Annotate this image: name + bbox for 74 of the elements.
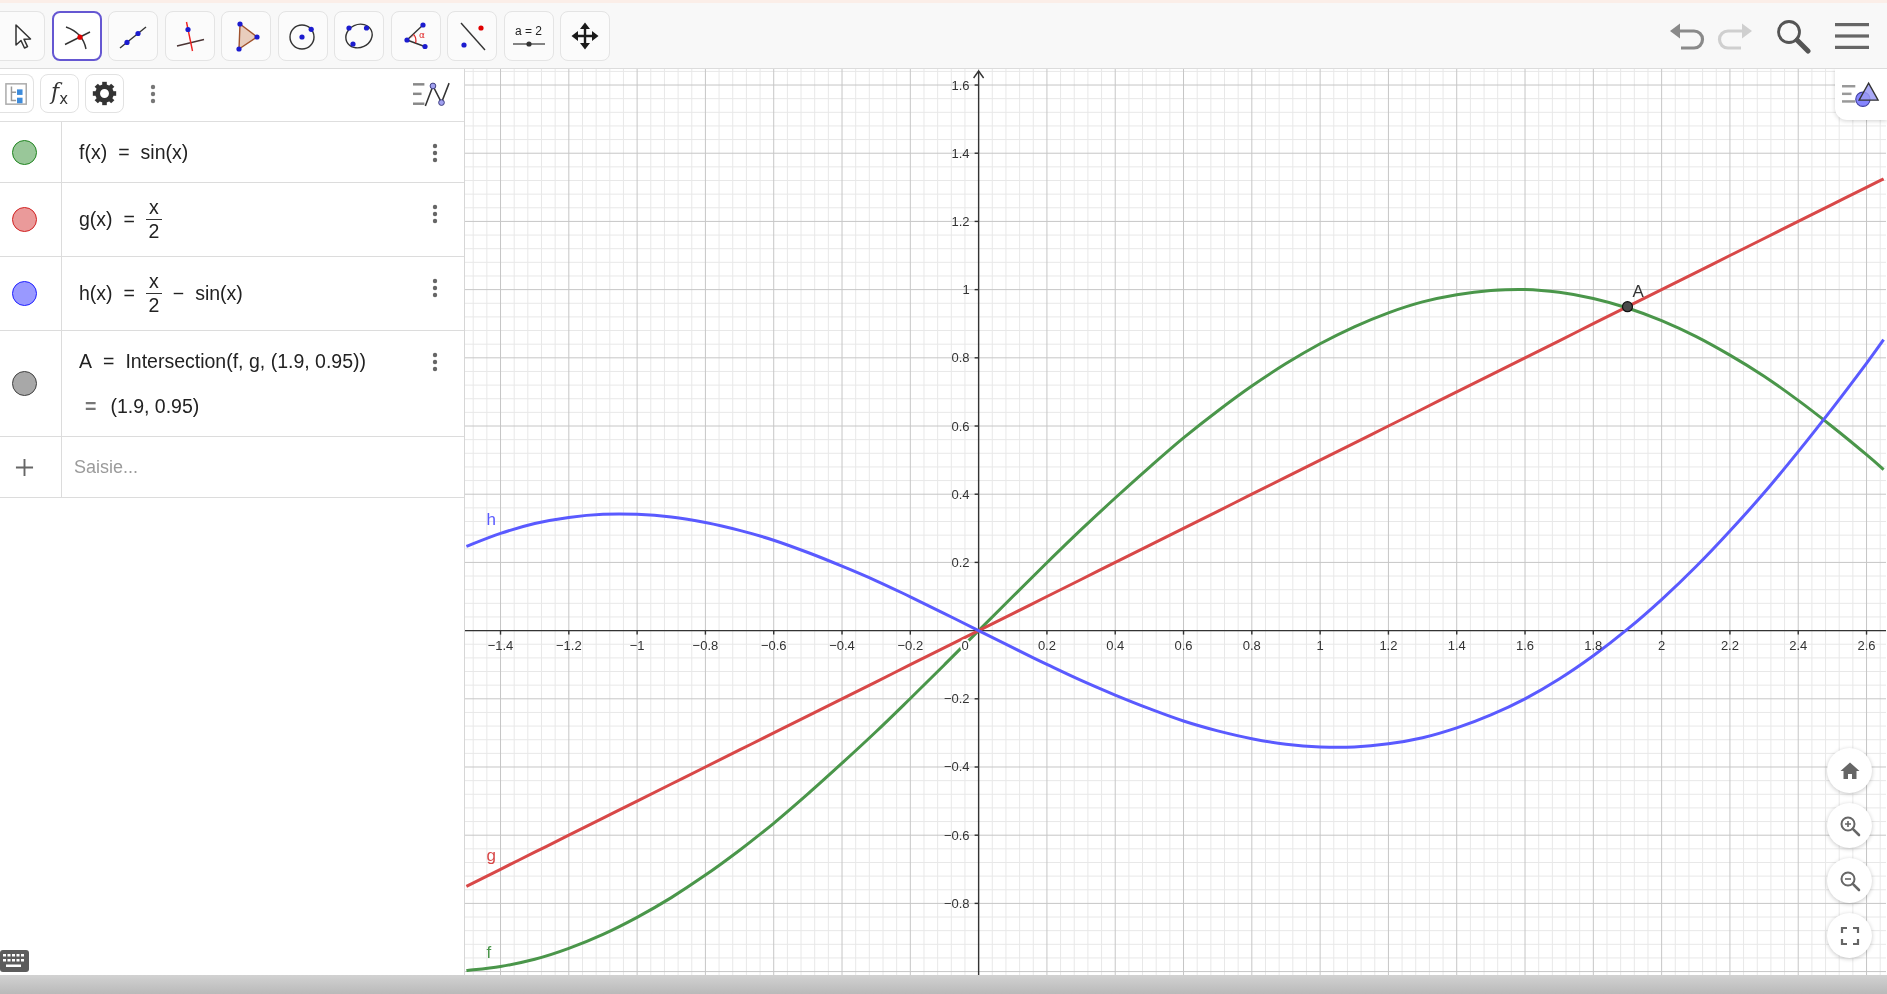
axis-tick-label: 1.4 <box>1447 637 1466 653</box>
settings-icon <box>92 81 117 106</box>
tree-list-icon <box>4 81 29 106</box>
axis-tick-label: 1.4 <box>951 145 970 161</box>
axis-tick-label: 0.2 <box>1037 637 1056 653</box>
settings-button[interactable] <box>85 74 124 113</box>
menu-icon[interactable] <box>1835 22 1869 50</box>
home-button[interactable] <box>1827 748 1872 793</box>
axis-tick-label: 2.2 <box>1720 637 1739 653</box>
curve-label: f <box>486 943 492 963</box>
undo-icon[interactable] <box>1669 21 1705 51</box>
keyboard-icon[interactable] <box>0 950 29 972</box>
axis-tick-label: −0.6 <box>760 637 787 653</box>
axis-tick-label: 2.4 <box>1789 637 1808 653</box>
intersection-point[interactable] <box>1621 301 1634 313</box>
function-curve[interactable] <box>465 338 1885 749</box>
move-arrows-icon <box>569 20 601 52</box>
axis-tick-label: −0.4 <box>943 759 970 775</box>
point-label: A <box>1632 281 1644 301</box>
dot-icon[interactable] <box>12 281 37 306</box>
algebra-formula[interactable]: f(x) = sin(x) <box>79 136 189 168</box>
axis-tick-label: 0.2 <box>951 554 970 570</box>
axis-tick-label: 1.6 <box>1516 637 1535 653</box>
axis-tick-label: −1.4 <box>487 637 514 653</box>
fx-button[interactable]: f$_{x}$ <box>40 74 79 113</box>
dot-icon[interactable] <box>12 139 37 165</box>
search-icon[interactable] <box>1775 18 1811 54</box>
axis-tick-label: 0.4 <box>1106 637 1125 653</box>
algebra-output: = (1.9, 0.95) <box>84 393 200 419</box>
axis-tick-label: −0.6 <box>943 827 970 843</box>
sort-button[interactable] <box>0 74 34 113</box>
zoom-in-button[interactable] <box>1827 803 1872 848</box>
axis-tick-label: 0.6 <box>951 418 970 434</box>
tool-button[interactable]: α <box>390 11 441 61</box>
zoom-out-button[interactable] <box>1827 858 1872 903</box>
axis-tick-label: −1.2 <box>556 637 582 653</box>
axis-tick-label: −0.4 <box>829 637 855 653</box>
more-options-icon[interactable] <box>432 143 438 163</box>
axis-tick-label: 0.6 <box>1174 637 1193 653</box>
axis-tick-label: 1.2 <box>951 213 970 229</box>
axis-tick-label: 0.4 <box>951 486 970 502</box>
lines-graph-icon[interactable] <box>413 82 451 107</box>
fullscreen-button[interactable] <box>1827 913 1872 958</box>
curve-label: h <box>486 510 496 530</box>
style-bar-button[interactable] <box>1835 69 1887 120</box>
axis-tick-label: −0.8 <box>943 895 970 911</box>
axis-tick-label: 1.8 <box>1584 637 1603 653</box>
more-options-icon[interactable] <box>432 352 438 372</box>
axis-tick-label: 1 <box>962 282 970 298</box>
axis-tick-label: −0.2 <box>897 637 924 653</box>
axis-tick-label: −0.8 <box>692 637 719 653</box>
curve-label: g <box>486 846 496 866</box>
origin-label: 0 <box>961 637 969 653</box>
slider-icon <box>512 41 545 47</box>
axis-tick-label: 1 <box>1316 637 1324 653</box>
more-options-icon[interactable] <box>150 84 156 104</box>
axis-tick-label: 0.8 <box>951 350 970 366</box>
algebra-formula[interactable]: A = Intersection(f, g, (1.9, 0.95)) <box>79 345 366 377</box>
axis-tick-label: 1.2 <box>1379 637 1398 653</box>
more-options-icon[interactable] <box>432 204 438 224</box>
axis-tick-label: 2.6 <box>1857 637 1876 653</box>
axis-tick-label: 1.6 <box>951 77 970 93</box>
axis-tick-label: 0.8 <box>1242 637 1261 653</box>
more-options-icon[interactable] <box>432 278 438 298</box>
axis-tick-label: −1 <box>629 637 645 653</box>
plus-icon[interactable] <box>15 457 34 477</box>
circle-points-icon <box>343 20 375 52</box>
tool-button[interactable]: a = 2 <box>503 11 554 61</box>
dot-icon[interactable] <box>12 207 37 232</box>
input-field[interactable]: Saisie... <box>62 437 464 497</box>
axis-tick-label: 2 <box>1658 637 1666 653</box>
dot-icon[interactable] <box>12 371 37 396</box>
shapes-menu-icon <box>1842 81 1880 108</box>
axis-tick-label: −0.2 <box>943 691 970 707</box>
